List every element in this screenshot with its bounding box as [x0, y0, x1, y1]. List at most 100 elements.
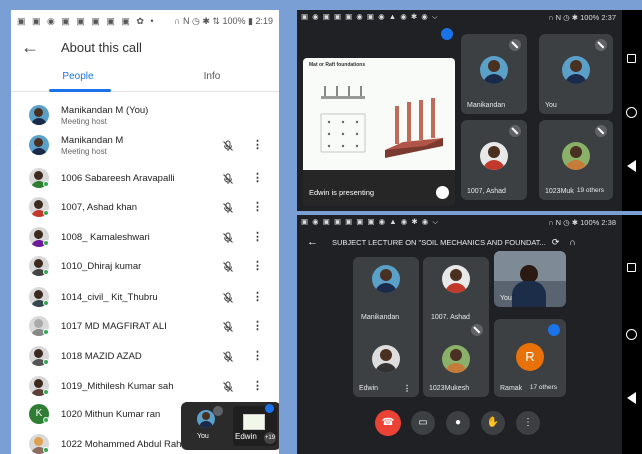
- participant-info: 1017 MD MAGFIRAT ALI: [61, 321, 167, 332]
- back-icon[interactable]: [627, 160, 636, 172]
- picture-in-picture[interactable]: You Edwin +19: [181, 402, 279, 450]
- participant-tile[interactable]: 1023Mukesh: [423, 319, 489, 397]
- more-options-icon[interactable]: ⋮: [252, 319, 263, 332]
- participant-row[interactable]: 1014_civil_ Kit_Thubru ⋮: [11, 282, 279, 312]
- meeting-screen-grid: ▣ ◉ ▣ ▣ ▣ ▣ ▣ ◉ ▲ ◉ ✱ ◉ ⌵ ∩ N ◷ ✱ 100% 2…: [297, 215, 642, 454]
- battery-level: 100%: [580, 12, 600, 22]
- more-options-icon[interactable]: ⋮: [252, 379, 263, 392]
- more-options-button[interactable]: ⋮: [516, 411, 540, 435]
- participant-name: 1006 Sabareesh Aravapalli: [61, 172, 175, 184]
- pip-count-badge: +19: [264, 432, 276, 444]
- speaking-indicator-icon: [265, 404, 274, 413]
- avatar: [29, 135, 49, 155]
- mic-toggle-button[interactable]: ●: [446, 411, 470, 435]
- presenting-label: Edwin is presenting: [309, 188, 375, 197]
- recents-icon[interactable]: [627, 54, 636, 63]
- tab-info[interactable]: Info: [145, 62, 279, 91]
- meeting-screen-presenting: ▣ ◉ ▣ ▣ ▣ ◉ ▣ ◉ ▲ ◉ ✱ ◉ ⌵ ∩ N ◷ ✱ 100% 2…: [297, 10, 642, 211]
- back-icon[interactable]: [627, 392, 636, 404]
- online-status-dot: [43, 447, 49, 453]
- more-options-icon[interactable]: ⋮: [252, 290, 263, 303]
- participant-tile[interactable]: You: [539, 34, 613, 114]
- notification-icons: ▣ ◉ ▣ ▣ ▣ ◉ ▣ ◉ ▲ ◉ ✱ ◉ ⌵: [301, 12, 439, 21]
- more-options-icon[interactable]: ⋮: [252, 200, 263, 213]
- avatar: [562, 56, 590, 84]
- participant-name: 1023Muk: [545, 188, 574, 195]
- participant-tile[interactable]: R Ramak 17 others: [494, 319, 566, 397]
- nav-bar: [622, 10, 642, 211]
- participant-row[interactable]: Manikandan M (You) Meeting host: [11, 100, 279, 130]
- speaking-indicator-icon: [548, 324, 560, 336]
- status-right: ∩ N ◷ ✱ ⇅ 100% ▮ 2:19: [174, 16, 273, 27]
- avatar-initial: K: [35, 408, 43, 419]
- meeting-header: ← SUBJECT LECTURE ON "SOIL MECHANICS AND…: [297, 231, 622, 253]
- muted-mic-icon: [222, 231, 234, 243]
- battery-level: 100%: [580, 217, 600, 227]
- more-options-icon[interactable]: ⋮: [252, 259, 263, 272]
- participant-row[interactable]: 1007, Ashad khan ⋮: [11, 192, 279, 222]
- participant-role: Meeting host: [61, 146, 107, 156]
- recents-icon[interactable]: [627, 263, 636, 272]
- participant-name: 1017 MD MAGFIRAT ALI: [61, 320, 167, 332]
- switch-camera-icon[interactable]: ⟳: [552, 237, 560, 248]
- participant-role: Meeting host: [61, 116, 107, 126]
- participant-name: Ramak: [500, 385, 523, 392]
- participant-row[interactable]: 1017 MD MAGFIRAT ALI ⋮: [11, 311, 279, 341]
- back-arrow-icon[interactable]: ←: [21, 37, 51, 58]
- clock: 2:38: [601, 217, 616, 227]
- participant-info: 1014_civil_ Kit_Thubru: [61, 292, 158, 303]
- participant-info: Manikandan M Meeting host: [61, 135, 123, 156]
- participant-tile[interactable]: 1023Muk 19 others: [539, 120, 613, 200]
- more-options-icon[interactable]: ⋮: [252, 138, 263, 151]
- pip-edwin-label: Edwin: [235, 432, 257, 441]
- online-status-dot: [43, 389, 49, 395]
- participant-tile[interactable]: Manikandan: [461, 34, 527, 114]
- participant-row[interactable]: 1010_Dhiraj kumar ⋮: [11, 251, 279, 281]
- clock: 2:19: [255, 15, 273, 26]
- home-icon[interactable]: [626, 107, 637, 118]
- participant-row[interactable]: 1006 Sabareesh Aravapalli ⋮: [11, 163, 279, 193]
- meeting-title[interactable]: SUBJECT LECTURE ON "SOIL MECHANICS AND F…: [332, 238, 546, 247]
- initial-avatar: R: [516, 343, 544, 371]
- participant-name: Manikandan: [467, 102, 506, 109]
- status-right: ∩ N ◷ ✱ 100% 2:38: [548, 218, 616, 227]
- participant-tile[interactable]: 1007, Ashad: [461, 120, 527, 200]
- avatar: [480, 142, 508, 170]
- camera-toggle-button[interactable]: ▭: [411, 411, 435, 435]
- end-call-button[interactable]: ☎: [375, 410, 401, 436]
- muted-mic-icon: [222, 172, 234, 184]
- participant-row[interactable]: Manikandan M Meeting host ⋮: [11, 130, 279, 160]
- participant-name: 1014_civil_ Kit_Thubru: [61, 291, 158, 303]
- self-video-tile[interactable]: You: [494, 251, 566, 307]
- participant-name: Edwin: [359, 385, 379, 392]
- participant-name: 1020 Mithun Kumar ran: [61, 408, 161, 420]
- status-right: ∩ N ◷ ✱ 100% 2:37: [548, 13, 616, 22]
- more-options-icon[interactable]: ⋮: [252, 230, 263, 243]
- home-icon[interactable]: [626, 329, 637, 340]
- back-arrow-icon[interactable]: ←: [307, 236, 318, 248]
- battery-level: 100%: [222, 15, 246, 26]
- tab-people[interactable]: People: [11, 62, 145, 91]
- participant-name: 1019_Mithilesh Kumar sah: [61, 380, 174, 392]
- video-person-body: [512, 281, 546, 307]
- headphones-icon[interactable]: ∩: [569, 237, 575, 247]
- more-options-icon[interactable]: ⋮: [252, 349, 263, 362]
- more-options-icon[interactable]: ⋮: [403, 384, 411, 393]
- others-count: 19 others: [573, 186, 607, 195]
- avatar: [29, 105, 49, 125]
- muted-mic-icon: [222, 139, 234, 151]
- avatar: [372, 265, 400, 293]
- muted-mic-icon: [222, 380, 234, 392]
- avatar: [442, 345, 470, 373]
- participant-tile[interactable]: Edwin ⋮: [353, 319, 419, 397]
- participant-row[interactable]: 1019_Mithilesh Kumar sah ⋮: [11, 371, 279, 401]
- raise-hand-button[interactable]: ✋: [481, 411, 505, 435]
- participant-row[interactable]: 1018 MAZID AZAD ⋮: [11, 341, 279, 371]
- status-bar: ▣ ▣ ◉ ▣ ▣ ▣ ▣ ▣ ✿ • ∩ N ◷ ✱ ⇅ 100% ▮ 2:1…: [11, 10, 279, 32]
- online-status-dot: [43, 359, 49, 365]
- more-options-icon[interactable]: ⋮: [252, 171, 263, 184]
- online-status-dot: [43, 181, 49, 187]
- participant-row[interactable]: 1008_ Kamaleshwari ⋮: [11, 222, 279, 252]
- fullscreen-icon[interactable]: [436, 186, 449, 199]
- presentation-tile[interactable]: Mat or Raft foundations Edwin is present…: [303, 58, 455, 206]
